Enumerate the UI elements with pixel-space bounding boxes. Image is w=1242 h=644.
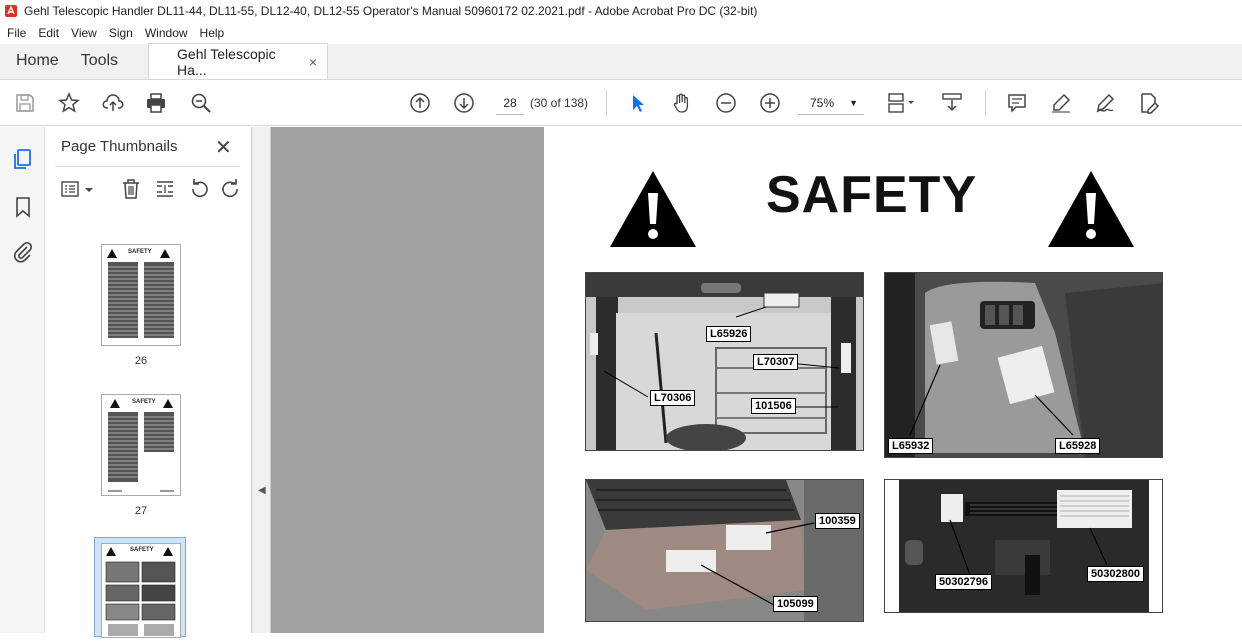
delete-icon[interactable] (120, 178, 142, 200)
chevron-down-icon: ▼ (849, 98, 858, 108)
callout-label: 50302796 (935, 574, 992, 590)
comment-icon[interactable] (1005, 91, 1029, 115)
photo-dashboard: 50302796 50302800 (884, 479, 1163, 613)
edit-pdf-icon[interactable] (1137, 91, 1161, 115)
tab-close-button[interactable]: × (309, 54, 317, 70)
star-icon[interactable] (57, 91, 81, 115)
tab-document-label: Gehl Telescopic Ha... (177, 45, 276, 78)
tab-bar: Home Tools Gehl Telescopic Ha... × (0, 43, 1242, 80)
rotate-right-icon[interactable] (220, 178, 242, 200)
menu-edit[interactable]: Edit (31, 26, 64, 40)
page-up-icon[interactable] (408, 91, 432, 115)
thumbnail-label: 27 (134, 505, 148, 517)
tab-document[interactable]: Gehl Telescopic Ha... × (148, 43, 329, 79)
rotate-left-icon[interactable] (188, 178, 210, 200)
chevron-down-icon[interactable] (83, 178, 95, 200)
upload-icon[interactable] (101, 91, 125, 115)
page-count: (30 of 138) (530, 96, 589, 110)
panel-splitter[interactable]: ◀ (252, 127, 271, 633)
thumbnail-page-28[interactable]: SAFETY (101, 543, 181, 638)
thumbnail-preview (108, 399, 174, 492)
page-thumbnails-icon[interactable] (11, 147, 35, 171)
page-heading: SAFETY (766, 166, 978, 224)
callout-label: L70307 (753, 354, 799, 370)
toolbar-divider (606, 90, 607, 116)
scroll-mode-icon[interactable] (940, 91, 964, 115)
hand-icon[interactable] (670, 91, 694, 115)
save-icon[interactable] (13, 91, 37, 115)
zoom-out-icon[interactable] (714, 91, 738, 115)
thumbnail-page-27[interactable]: SAFETY (101, 394, 181, 496)
thumbnail-page-26[interactable]: SAFETY (101, 244, 181, 346)
left-rail (0, 127, 45, 633)
panel-divider (55, 166, 240, 167)
thumbnail-options-icon[interactable] (61, 178, 83, 200)
warning-triangle-icon (610, 171, 696, 247)
toolbar-divider (985, 90, 986, 116)
callout-label: L65928 (1055, 438, 1101, 454)
search-zoom-icon[interactable] (189, 91, 213, 115)
thumbnail-heading: SAFETY (130, 547, 154, 553)
photo-image (885, 480, 1162, 612)
zoom-in-icon[interactable] (758, 91, 782, 115)
page-number-input[interactable]: 28 (496, 91, 524, 115)
callout-label: 101506 (751, 398, 796, 414)
title-bar: Gehl Telescopic Handler DL11-44, DL11-55… (0, 0, 1242, 22)
acrobat-logo-icon (5, 5, 17, 17)
photo-image (885, 273, 1162, 457)
tab-tools[interactable]: Tools (75, 43, 134, 79)
thumbnail-label: 26 (134, 355, 148, 367)
select-pointer-icon[interactable] (626, 91, 650, 115)
highlight-icon[interactable] (1049, 91, 1073, 115)
thumbnail-heading: SAFETY (132, 399, 156, 405)
thumbnail-preview (105, 547, 176, 636)
menu-sign[interactable]: Sign (102, 26, 138, 40)
collapse-panel-icon[interactable]: ◀ (258, 485, 266, 496)
photo-cab-frame: L65926 L70307 L70306 101506 (585, 272, 864, 451)
extract-pages-icon[interactable] (154, 178, 176, 200)
menu-file[interactable]: File (0, 26, 31, 40)
photo-seat-base: 100359 105099 (585, 479, 864, 622)
zoom-value: 75% (810, 96, 835, 110)
tab-home[interactable]: Home (0, 43, 75, 79)
callout-label: L70306 (650, 390, 696, 406)
zoom-select[interactable]: 75% ▼ (798, 91, 864, 115)
thumbnail-heading: SAFETY (128, 249, 152, 255)
callout-label: L65932 (888, 438, 934, 454)
callout-label: 50302800 (1087, 566, 1144, 582)
menu-view[interactable]: View (64, 26, 102, 40)
photo-console-panel: L65932 L65928 (884, 272, 1163, 458)
window-title: Gehl Telescopic Handler DL11-44, DL11-55… (24, 4, 758, 18)
page-view-icon[interactable] (884, 91, 918, 115)
thumbnail-preview (107, 249, 174, 338)
print-icon[interactable] (144, 91, 168, 115)
document-background (271, 127, 544, 633)
callout-label: L65926 (706, 326, 752, 342)
attachment-icon[interactable] (11, 240, 35, 264)
page-down-icon[interactable] (452, 91, 476, 115)
thumbnails-panel: Page Thumbnails ✕ SAFETY 26 SAFETY 27 SA… (45, 127, 290, 638)
warning-triangle-icon (1048, 171, 1134, 247)
callout-label: 100359 (815, 513, 860, 529)
panel-title: Page Thumbnails (61, 138, 178, 155)
document-page: SAFETY L65926 L70307 L70306 101506 L6593… (544, 127, 1242, 633)
photo-image (586, 480, 863, 621)
panel-close-button[interactable]: ✕ (215, 135, 232, 160)
menu-bar: File Edit View Sign Window Help (0, 22, 1242, 44)
menu-window[interactable]: Window (138, 26, 193, 40)
photo-image (586, 273, 863, 450)
menu-help[interactable]: Help (193, 26, 230, 40)
main-toolbar (0, 80, 1242, 126)
sign-icon[interactable] (1093, 91, 1117, 115)
callout-label: 105099 (773, 596, 818, 612)
bookmark-icon[interactable] (11, 195, 35, 219)
